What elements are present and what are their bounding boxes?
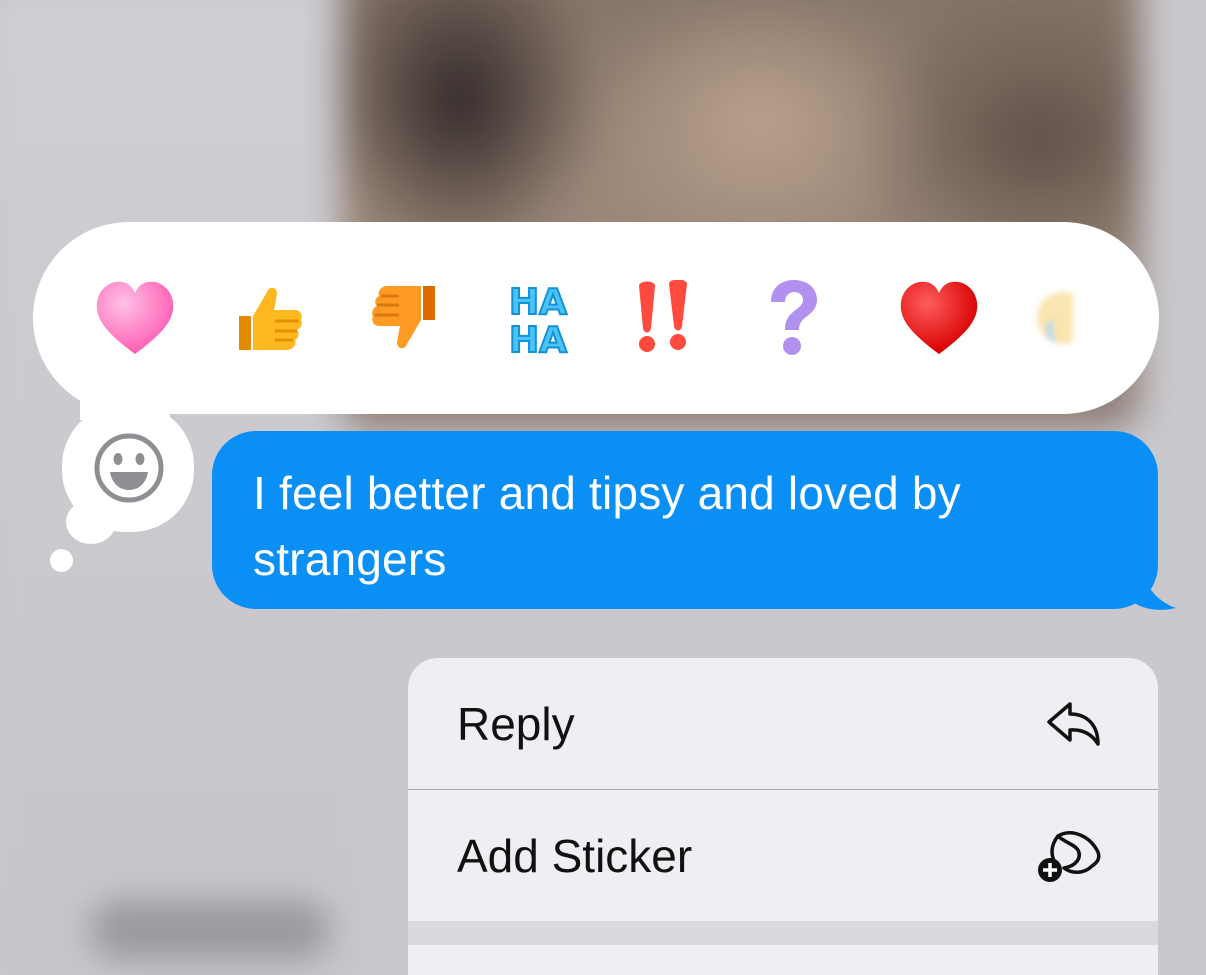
smiley-face-icon[interactable] <box>93 432 165 504</box>
reaction-red-heart[interactable] <box>891 258 1025 378</box>
reaction-question[interactable] <box>757 258 891 378</box>
thumbs-down-icon <box>372 286 435 349</box>
reaction-thumbs-down[interactable] <box>355 258 489 378</box>
thumbs-up-icon <box>239 287 302 350</box>
menu-item-add-sticker[interactable]: Add Sticker <box>408 790 1158 921</box>
reaction-thumbs-up[interactable] <box>221 258 355 378</box>
bubble-dot <box>50 549 73 572</box>
menu-item-label: Add Sticker <box>457 829 693 882</box>
menu-section-gap <box>408 921 1158 945</box>
question-mark-icon <box>771 280 817 355</box>
pink-heart-icon <box>96 281 174 354</box>
tapback-reaction-bar: HA HA <box>33 222 1159 414</box>
haha-line2: HA <box>509 320 567 358</box>
haha-icon: HA HA <box>508 281 568 358</box>
message-bubble-tail <box>1120 560 1176 610</box>
bubble-tail <box>66 500 116 544</box>
menu-item-label: Reply <box>457 697 575 750</box>
double-exclamation-icon <box>639 280 687 352</box>
add-sticker-icon <box>1038 830 1101 882</box>
reaction-more-emoji[interactable] <box>1025 258 1159 378</box>
reaction-exclamation[interactable] <box>623 258 757 378</box>
haha-line1: HA <box>509 282 567 323</box>
reaction-haha[interactable]: HA HA <box>489 258 623 378</box>
menu-item-reply[interactable]: Reply <box>408 658 1158 789</box>
message-bubble[interactable]: I feel better and tipsy and loved by str… <box>212 431 1158 609</box>
reaction-pink-heart[interactable] <box>87 258 221 378</box>
crying-face-icon <box>1037 292 1073 344</box>
reply-arrow-icon <box>1047 701 1100 746</box>
blurred-background-element <box>90 900 330 960</box>
red-heart-icon <box>900 281 978 354</box>
context-menu: Reply Add Sticker <box>408 658 1158 975</box>
message-text: I feel better and tipsy and loved by str… <box>253 467 961 585</box>
